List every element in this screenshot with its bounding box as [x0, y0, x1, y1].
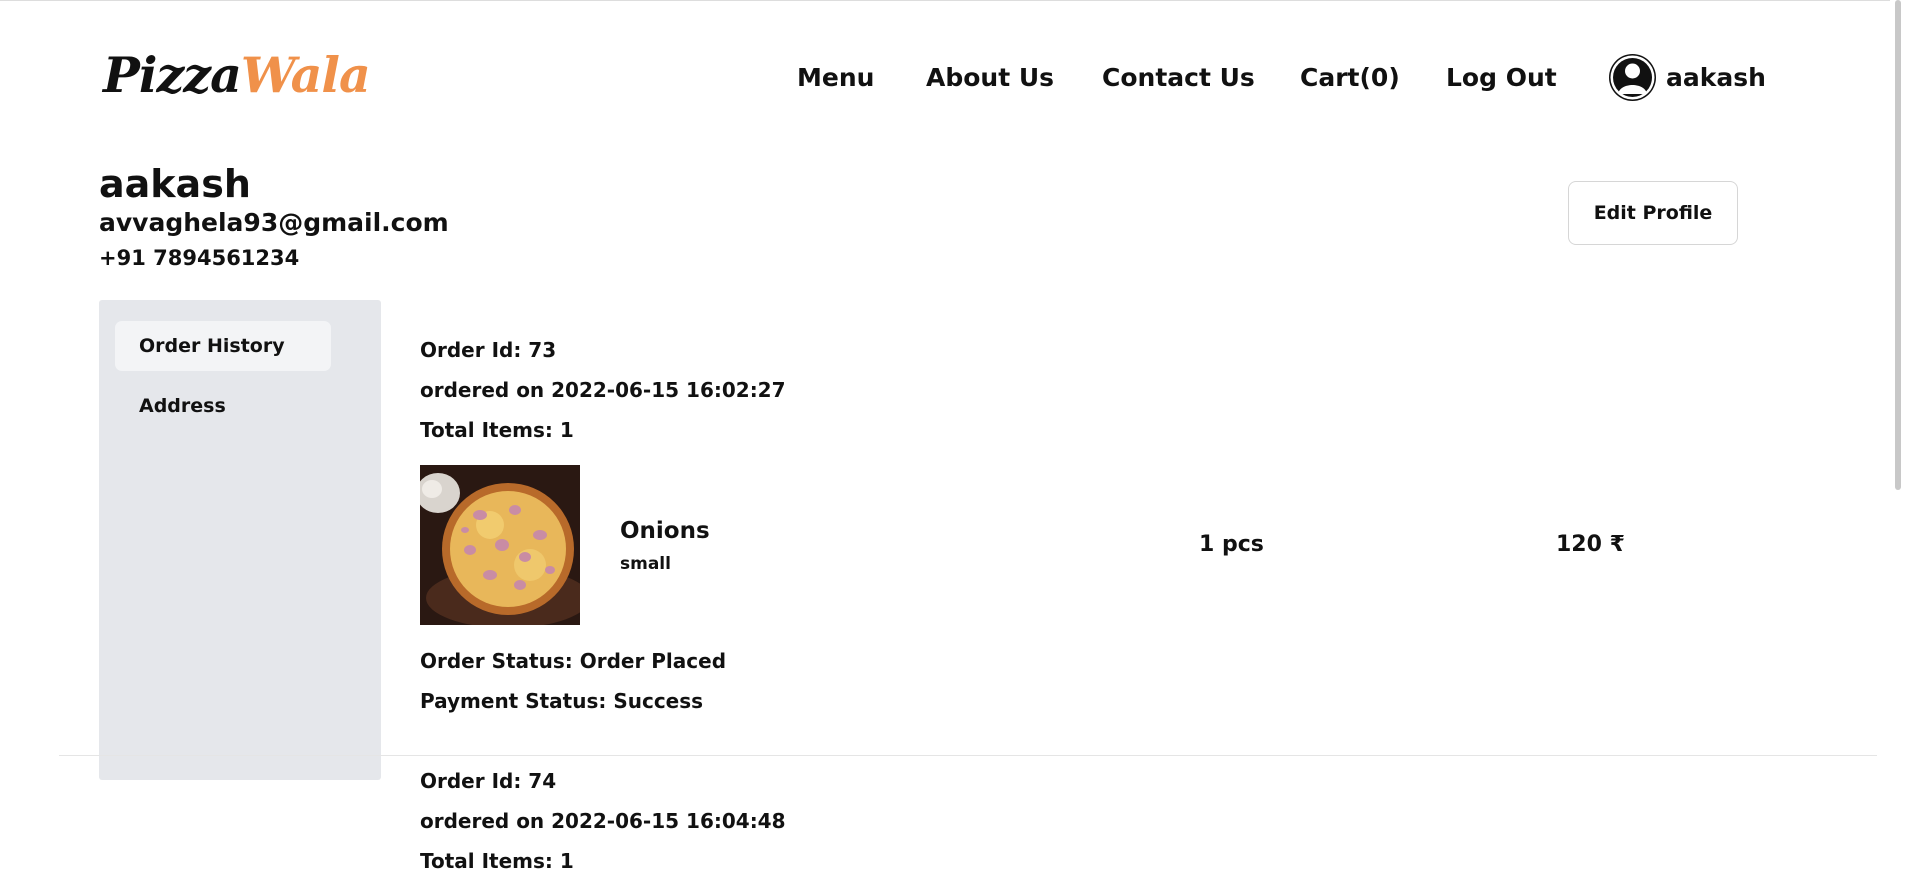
- order-divider: [59, 755, 1877, 756]
- order-id: Order Id: 74: [420, 769, 557, 793]
- user-avatar-icon[interactable]: [1609, 54, 1656, 101]
- order-total-items: Total Items: 1: [420, 849, 574, 873]
- order-id: Order Id: 73: [420, 338, 557, 362]
- item-size: small: [620, 554, 671, 574]
- profile-name: aakash: [99, 162, 251, 206]
- top-border: [0, 0, 1905, 1]
- profile-phone: +91 7894561234: [99, 246, 300, 270]
- nav-contact-link[interactable]: Contact Us: [1102, 58, 1255, 98]
- item-price: 120 ₹: [1556, 532, 1625, 557]
- order-date: ordered on 2022-06-15 16:04:48: [420, 809, 786, 833]
- item-name: Onions: [620, 518, 710, 544]
- pizza-image: [420, 465, 580, 625]
- profile-email: avvaghela93@gmail.com: [99, 208, 449, 237]
- profile-sidebar: Order History Address: [99, 300, 381, 780]
- nav-logout-link[interactable]: Log Out: [1446, 58, 1557, 98]
- nav-menu-link[interactable]: Menu: [797, 58, 874, 98]
- page-scrollbar-thumb[interactable]: [1895, 0, 1901, 490]
- brand-logo-part2: Wala: [240, 46, 371, 104]
- brand-logo[interactable]: PizzaWala: [103, 45, 371, 105]
- order-date: ordered on 2022-06-15 16:02:27: [420, 378, 786, 402]
- order-total-items: Total Items: 1: [420, 418, 574, 442]
- nav-username[interactable]: aakash: [1666, 58, 1766, 98]
- order-status: Order Status: Order Placed: [420, 649, 727, 673]
- edit-profile-button[interactable]: Edit Profile: [1568, 181, 1738, 245]
- item-quantity: 1 pcs: [1199, 532, 1264, 557]
- sidebar-item-order-history[interactable]: Order History: [115, 321, 331, 371]
- nav-cart-link[interactable]: Cart(0): [1300, 58, 1400, 98]
- nav-about-link[interactable]: About Us: [926, 58, 1054, 98]
- brand-logo-part1: Pizza: [103, 46, 242, 104]
- payment-status: Payment Status: Success: [420, 689, 704, 713]
- sidebar-item-address[interactable]: Address: [115, 381, 331, 431]
